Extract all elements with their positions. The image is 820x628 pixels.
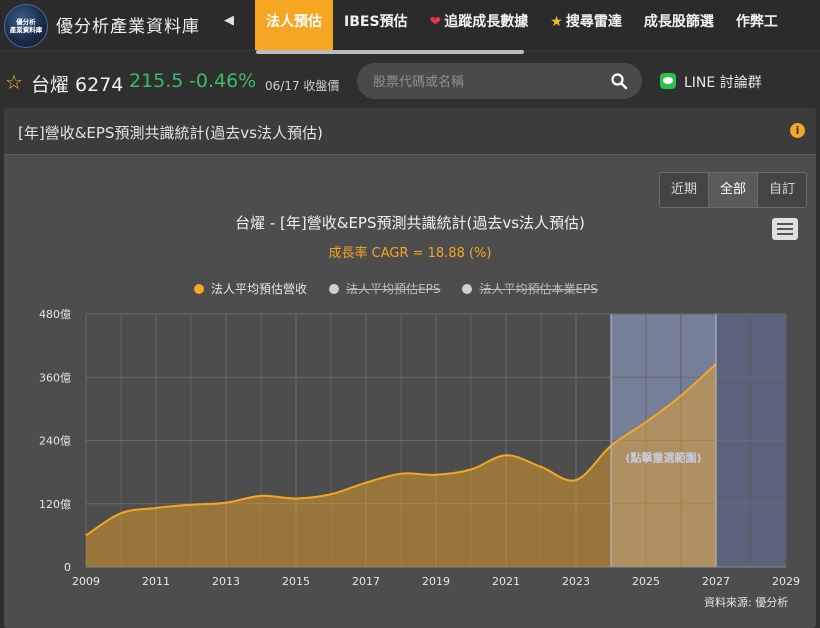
panel-title: [年]營收&EPS預測共識統計(過去vs法人預估) [18, 124, 323, 142]
revenue-chart[interactable]: 0 120億 240億 360億 480億 2009 2011 2013 2015 2017 201… [4, 300, 816, 600]
line-app-icon [660, 73, 676, 89]
tab-growth-screener[interactable]: 成長股篩選 [633, 0, 725, 50]
chart-legend: 法人平均預估營收 法人平均預估EPS 法人平均預估本業EPS [194, 280, 598, 297]
star-icon: ★ [550, 14, 563, 30]
legend-dot-icon [194, 283, 204, 294]
range-custom-button[interactable]: 自訂 [758, 173, 807, 207]
tab-search-radar[interactable]: ★ 搜尋雷達 [539, 0, 633, 50]
x-tick-label: 2013 [212, 575, 240, 588]
legend-dot-icon [329, 283, 340, 294]
legend-item-eps[interactable]: 法人平均預估EPS [329, 280, 440, 297]
y-tick-label: 0 [64, 561, 71, 574]
x-tick-label: 2021 [492, 575, 520, 588]
main-tabs: 法人預估 IBES預估 ❤ 追蹤成長數據 ★ 搜尋雷達 成長股篩選 作弊工 [255, 0, 789, 50]
logo-text: 優分析 產業資料庫 [9, 18, 43, 34]
chart-subtitle: 成長率 CAGR = 18.88 (%) [328, 246, 492, 261]
stock-date: 06/17 收盤價 [265, 79, 340, 93]
legend-item-core-eps[interactable]: 法人平均預估本業EPS [462, 280, 598, 297]
line-group-link[interactable]: LINE 討論群 [684, 72, 762, 92]
tab-cheat-tools[interactable]: 作弊工 [725, 0, 789, 50]
y-tick-label: 120億 [39, 498, 71, 511]
x-tick-label: 2015 [282, 575, 310, 588]
range-recent-button[interactable]: 近期 [660, 173, 710, 207]
band-label: (點擊重選範圍) [625, 451, 701, 465]
x-tick-label: 2025 [632, 575, 660, 588]
chart-title: 台燿 - [年]營收&EPS預測共識統計(過去vs法人預估) [235, 214, 585, 232]
range-selector: 近期 全部 自訂 [659, 172, 808, 208]
y-tick-label: 240億 [39, 435, 71, 448]
x-tick-label: 2029 [772, 575, 800, 588]
x-tick-label: 2017 [352, 575, 380, 588]
nav-scrollbar[interactable] [256, 50, 524, 54]
site-title[interactable]: 優分析產業資料庫 [56, 12, 200, 37]
x-tick-label: 2023 [562, 575, 590, 588]
tab-growth-tracking[interactable]: ❤ 追蹤成長數據 [419, 0, 540, 50]
data-source: 資料來源: 優分析 [704, 596, 789, 609]
stock-name: 台燿 6274 [31, 74, 124, 96]
x-tick-label: 2009 [72, 575, 100, 588]
legend-item-revenue[interactable]: 法人平均預估營收 [194, 280, 307, 297]
y-tick-label: 480億 [39, 308, 71, 321]
x-tick-label: 2027 [702, 575, 730, 588]
stock-search [357, 63, 642, 99]
info-icon[interactable]: i [790, 123, 805, 138]
panel-header: [年]營收&EPS預測共識統計(過去vs法人預估) i [4, 108, 816, 155]
x-tick-label: 2019 [422, 575, 450, 588]
site-logo[interactable]: 優分析 產業資料庫 [4, 4, 48, 48]
stock-price: 215.5 [129, 70, 184, 92]
top-nav: 優分析 產業資料庫 優分析產業資料庫 ◀ 法人預估 IBES預估 ❤ 追蹤成長數… [0, 0, 820, 54]
x-tick-label: 2011 [142, 575, 170, 588]
favorite-star-icon[interactable]: ☆ [5, 70, 23, 94]
tab-analyst-estimates[interactable]: 法人預估 [255, 0, 333, 50]
tab-ibes-estimates[interactable]: IBES預估 [333, 0, 419, 50]
heart-icon: ❤ [429, 14, 442, 30]
search-icon[interactable] [610, 72, 628, 90]
legend-dot-icon [462, 283, 473, 294]
hamburger-menu-icon[interactable] [772, 218, 798, 240]
stock-change: -0.46% [189, 70, 257, 92]
range-all-button[interactable]: 全部 [709, 173, 759, 207]
search-input[interactable] [371, 71, 595, 93]
nav-scroll-left-icon[interactable]: ◀ [224, 13, 234, 28]
y-tick-label: 360億 [39, 371, 71, 384]
forecast-panel: [年]營收&EPS預測共識統計(過去vs法人預估) i 近期 全部 自訂 台燿 … [4, 108, 816, 628]
